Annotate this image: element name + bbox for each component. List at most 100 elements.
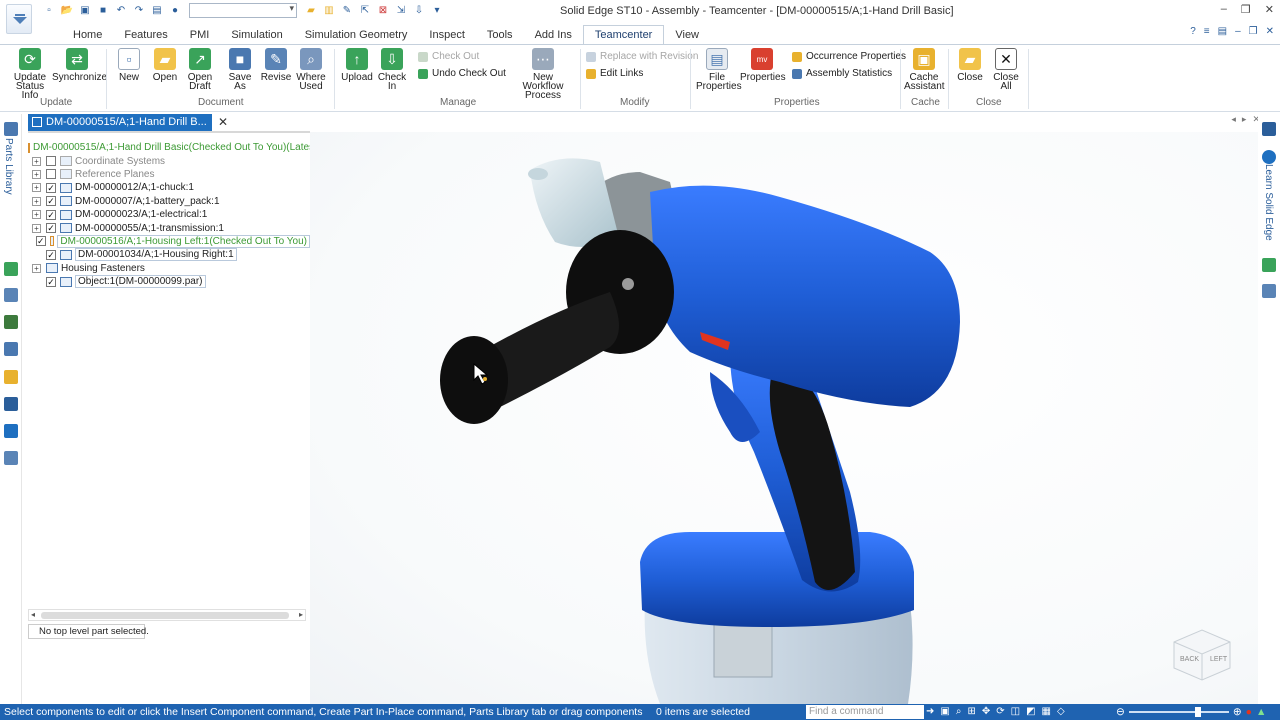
- open-file-icon[interactable]: 📂: [60, 4, 74, 18]
- tree-row[interactable]: + ✓ DM-0000007/A;1-battery_pack:1: [28, 195, 310, 208]
- minimize-button[interactable]: –: [1221, 3, 1227, 16]
- sensor-panel-icon[interactable]: [1262, 258, 1276, 272]
- document-tab[interactable]: DM-00000515/A;1-Hand Drill B...: [28, 114, 212, 131]
- close-document-button[interactable]: ▰ Close: [954, 48, 986, 83]
- visibility-checkbox[interactable]: ✓: [46, 209, 56, 220]
- document-tab-close-icon[interactable]: ✕: [218, 115, 228, 129]
- properties-icon[interactable]: ▤: [150, 4, 164, 18]
- perspective-icon[interactable]: ◇: [1057, 706, 1065, 717]
- visibility-checkbox[interactable]: ✓: [46, 182, 56, 193]
- doc-close-icon[interactable]: ✕: [1266, 26, 1274, 37]
- visibility-checkbox[interactable]: ✓: [35, 236, 46, 247]
- new-button[interactable]: ▫ New: [114, 48, 144, 83]
- redo-icon[interactable]: ↷: [132, 4, 146, 18]
- tree-row[interactable]: + ✓ DM-00000055/A;1-transmission:1: [28, 221, 310, 234]
- tab-prev-icon[interactable]: ◂: [1231, 114, 1236, 125]
- expand-toggle-icon[interactable]: +: [32, 223, 41, 233]
- ribbon-options-icon[interactable]: ≡: [1204, 26, 1210, 37]
- visibility-checkbox[interactable]: [46, 169, 56, 180]
- tab-tools[interactable]: Tools: [476, 26, 524, 44]
- save-icon[interactable]: ■: [96, 4, 110, 18]
- views-icon[interactable]: ◫: [1011, 706, 1020, 717]
- parts-library-tab[interactable]: Parts Library: [3, 138, 14, 195]
- zoom-slider[interactable]: ⊖ ⊕ ● ▲: [1116, 706, 1266, 718]
- file-properties-button[interactable]: ▤ File Properties: [696, 48, 742, 92]
- scroll-thumb[interactable]: [41, 612, 289, 619]
- expand-toggle-icon[interactable]: +: [32, 263, 41, 273]
- zoom-knob[interactable]: [1194, 707, 1201, 717]
- tree-row[interactable]: ✓ DM-00000516/A;1-Housing Left:1(Checked …: [28, 234, 310, 248]
- expand-toggle-icon[interactable]: +: [32, 169, 41, 179]
- tree-row[interactable]: DM-00000515/A;1-Hand Drill Basic(Checked…: [28, 141, 338, 154]
- visibility-checkbox[interactable]: ✓: [46, 276, 56, 287]
- tree-row[interactable]: + Housing Fasteners: [28, 262, 310, 275]
- arrange-icon[interactable]: ⇲: [394, 4, 408, 18]
- tree-row[interactable]: + Reference Planes: [28, 168, 310, 181]
- layout-icon[interactable]: ▤: [1218, 26, 1227, 37]
- upload-status-icon[interactable]: ▲: [1256, 706, 1266, 718]
- tab-simulation[interactable]: Simulation: [220, 26, 293, 44]
- tab-inspect[interactable]: Inspect: [418, 26, 475, 44]
- restore-button[interactable]: ❐: [1241, 3, 1251, 16]
- styles-icon[interactable]: ▦: [1042, 706, 1051, 717]
- select-tools-icon[interactable]: [4, 342, 18, 356]
- record-icon[interactable]: ●: [1246, 706, 1252, 718]
- revise-button[interactable]: ✎ Revise: [260, 48, 292, 83]
- cache-assistant-button[interactable]: ▣ Cache Assistant: [904, 48, 945, 92]
- rotate-icon[interactable]: ⟳: [996, 706, 1004, 717]
- tab-next-icon[interactable]: ▸: [1242, 114, 1247, 125]
- zoom-track[interactable]: [1128, 707, 1229, 717]
- parts-library-icon[interactable]: [4, 122, 18, 136]
- tab-home[interactable]: Home: [62, 26, 113, 44]
- help-icon[interactable]: ?: [1190, 26, 1196, 37]
- visibility-checkbox[interactable]: ✓: [46, 196, 56, 207]
- tree-row[interactable]: + Coordinate Systems: [28, 154, 310, 167]
- expand-toggle-icon[interactable]: +: [32, 196, 41, 206]
- more-icon[interactable]: ⇩: [412, 4, 426, 18]
- pan-icon[interactable]: ✥: [982, 706, 990, 717]
- select-icon[interactable]: ⇱: [358, 4, 372, 18]
- undo-check-out-button[interactable]: Undo Check Out: [418, 68, 506, 79]
- close-all-button[interactable]: ✕ Close All: [990, 48, 1022, 92]
- reports-icon[interactable]: [4, 451, 18, 465]
- properties-button[interactable]: mv Properties: [740, 48, 786, 83]
- layers-icon[interactable]: [4, 288, 18, 302]
- synchronize-button[interactable]: ⇄ Synchronize: [52, 48, 107, 83]
- save-as-button[interactable]: ■ Save As: [224, 48, 256, 92]
- tab-add-ins[interactable]: Add Ins: [524, 26, 583, 44]
- doc-restore-icon[interactable]: ❐: [1249, 26, 1258, 37]
- learn-solid-edge-tab[interactable]: Learn Solid Edge: [1263, 164, 1274, 241]
- tab-teamcenter[interactable]: Teamcenter: [582, 25, 665, 44]
- scroll-right-icon[interactable]: ▸: [299, 610, 303, 619]
- zoom-icon[interactable]: ⌕: [956, 706, 962, 717]
- tree-row[interactable]: ✓ DM-00001034/A;1-Housing Right:1: [28, 248, 310, 262]
- visibility-checkbox[interactable]: ✓: [46, 223, 56, 234]
- graphics-viewport[interactable]: [310, 132, 1258, 704]
- sensors-icon[interactable]: [4, 315, 18, 329]
- open-draft-button[interactable]: ↗ Open Draft: [184, 48, 216, 92]
- tree-horizontal-scrollbar[interactable]: ◂ ▸: [28, 609, 306, 621]
- tree-row[interactable]: + ✓ DM-00000012/A;1-chuck:1: [28, 181, 310, 194]
- tree-row[interactable]: + ✓ DM-00000023/A;1-electrical:1: [28, 208, 310, 221]
- check-in-button[interactable]: ⇩ Check In: [376, 48, 408, 92]
- folder-icon[interactable]: ▰: [304, 4, 318, 18]
- zoom-out-icon[interactable]: ⊖: [1116, 706, 1125, 718]
- expand-toggle-icon[interactable]: +: [32, 210, 41, 220]
- tab-pmi[interactable]: PMI: [179, 26, 221, 44]
- check-out-button[interactable]: Check Out: [418, 51, 479, 62]
- replace-with-revision-button[interactable]: Replace with Revision: [586, 51, 698, 62]
- expand-toggle-icon[interactable]: +: [32, 183, 41, 193]
- shading-icon[interactable]: ◩: [1026, 706, 1035, 717]
- close-button[interactable]: ✕: [1265, 3, 1274, 16]
- zoom-in-icon[interactable]: ⊕: [1233, 706, 1242, 718]
- hand-drill-model[interactable]: [310, 132, 1258, 704]
- visibility-checkbox[interactable]: ✓: [46, 249, 56, 260]
- visibility-checkbox[interactable]: [46, 156, 56, 167]
- command-finder-input[interactable]: Find a command: [806, 705, 924, 719]
- update-status-info-button[interactable]: ⟳ Update Status Info: [8, 48, 52, 101]
- feature-library-icon[interactable]: [4, 370, 18, 384]
- appearance-icon[interactable]: [1262, 284, 1276, 298]
- tab-view[interactable]: View: [664, 26, 710, 44]
- fit-icon[interactable]: ⊞: [967, 706, 975, 717]
- save-group-icon[interactable]: ▣: [78, 4, 92, 18]
